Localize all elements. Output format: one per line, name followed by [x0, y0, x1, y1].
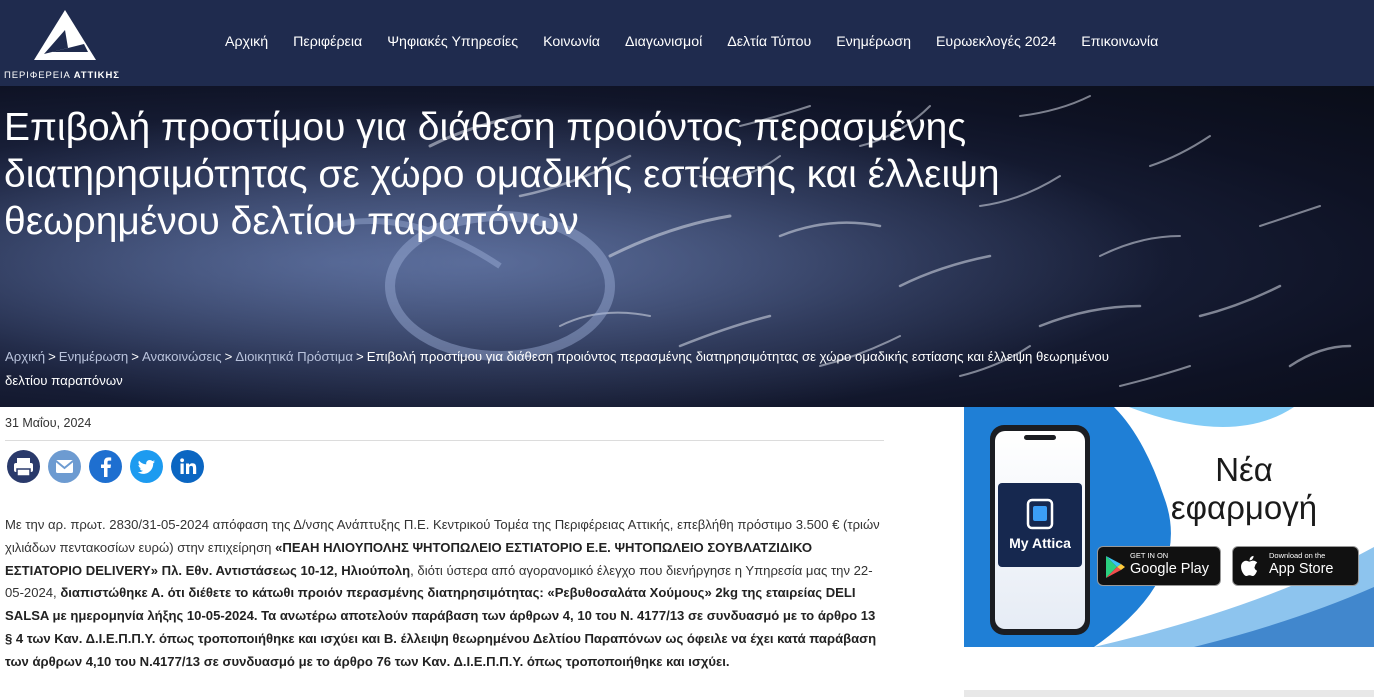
ad-app-name: My Attica: [1009, 535, 1071, 551]
nav-item-society[interactable]: Κοινωνία: [543, 33, 600, 51]
ad-graphic: [964, 407, 1374, 647]
print-icon[interactable]: [7, 450, 40, 483]
divider: [5, 440, 884, 441]
main-nav: Αρχική Περιφέρεια Ψηφιακές Υπηρεσίες Κοι…: [225, 33, 1183, 51]
nav-item-news[interactable]: Ενημέρωση: [836, 33, 911, 51]
sidebar-widget-edge: [964, 690, 1374, 697]
email-icon[interactable]: [48, 450, 81, 483]
ad-headline-line-1: Νέα: [1215, 451, 1273, 488]
page-title: Επιβολή προστίμου για διάθεση προιόντος …: [4, 106, 1000, 243]
nav-item-contact[interactable]: Επικοινωνία: [1081, 33, 1158, 51]
breadcrumb: Αρχική > Ενημέρωση > Ανακοινώσεις > Διοικητικά…: [5, 349, 1109, 388]
article-paragraph: Με την αρ. πρωτ. 2830/31-05-2024 απόφαση…: [5, 517, 880, 669]
nav-item-digital-services[interactable]: Ψηφιακές Υπηρεσίες: [387, 33, 518, 51]
facebook-icon[interactable]: [89, 450, 122, 483]
my-attica-app-ad[interactable]: My Attica Νέα εφαρμογή GET IN ON Google …: [964, 407, 1374, 647]
google-play-icon: [1106, 556, 1125, 578]
hero-banner: Επιβολή προστίμου για διάθεση προιόντος …: [0, 86, 1374, 407]
nav-item-tenders[interactable]: Διαγωνισμοί: [625, 33, 702, 51]
logo-text: ΠΕΡΙΦΕΡΕΙΑ ΑΤΤΙΚΗΣ: [4, 70, 120, 81]
linkedin-icon[interactable]: [171, 450, 204, 483]
apple-icon: [1241, 555, 1258, 577]
twitter-icon[interactable]: [130, 450, 163, 483]
share-bar: [7, 450, 204, 483]
app-store-badge[interactable]: Download on the App Store: [1232, 546, 1359, 586]
breadcrumb-announcements[interactable]: Ανακοινώσεις: [142, 349, 222, 364]
google-play-badge[interactable]: GET IN ON Google Play: [1097, 546, 1221, 586]
logo-mark-icon: [34, 10, 96, 60]
ad-headline-line-2: εφαρμογή: [1170, 489, 1318, 526]
article-body: Με την αρ. πρωτ. 2830/31-05-2024 απόφαση…: [5, 514, 885, 674]
site-logo[interactable]: ΠΕΡΙΦΕΡΕΙΑ ΑΤΤΙΚΗΣ: [4, 8, 126, 82]
breadcrumb-administrative-fines[interactable]: Διοικητικά Πρόστιμα: [235, 349, 353, 364]
nav-item-euroelections[interactable]: Ευρωεκλογές 2024: [936, 33, 1056, 51]
nav-item-press-releases[interactable]: Δελτία Τύπου: [727, 33, 811, 51]
publish-date: 31 Μαΐου, 2024: [5, 416, 92, 430]
nav-item-home[interactable]: Αρχική: [225, 33, 268, 51]
nav-item-region[interactable]: Περιφέρεια: [293, 33, 362, 51]
breadcrumb-home[interactable]: Αρχική: [5, 349, 45, 364]
site-header: ΠΕΡΙΦΕΡΕΙΑ ΑΤΤΙΚΗΣ Αρχική Περιφέρεια Ψηφ…: [0, 0, 1374, 86]
breadcrumb-news[interactable]: Ενημέρωση: [59, 349, 128, 364]
